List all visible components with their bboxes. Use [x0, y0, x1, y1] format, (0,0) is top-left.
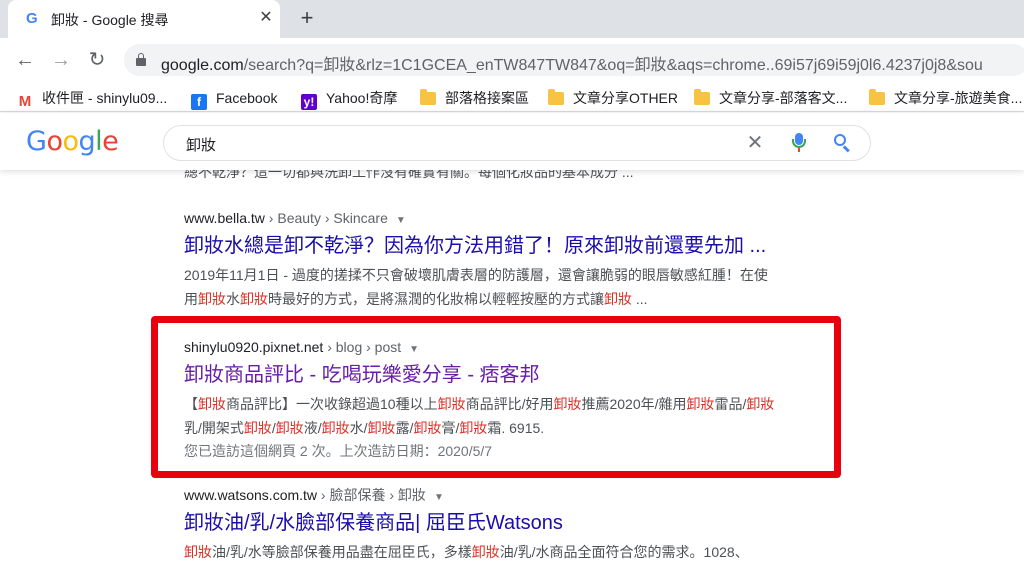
reload-icon[interactable]: ↻ [84, 47, 110, 73]
bookmark-folder-blog-jobs[interactable]: 部落格接案區 [420, 88, 529, 108]
snippet-line: 2019年11月1日 - 過度的搓揉不只會破壞肌膚表層的防護層，還會讓脆弱的眼唇… [184, 267, 768, 283]
tab-strip: G 卸妝 - Google 搜尋 ✕ + [0, 0, 1024, 38]
snippet-highlight: 卸妝 [184, 544, 212, 560]
bookmark-label: Facebook [216, 90, 278, 106]
result-cite[interactable]: www.watsons.com.tw › 臉部保養 › 卸妝 ▼ [184, 485, 824, 505]
address-bar[interactable]: google.com/search?q=卸妝&rlz=1C1GCEA_enTW8… [124, 44, 1024, 76]
search-input[interactable]: 卸妝 [186, 134, 216, 155]
result-title-link[interactable]: 卸妝水總是卸不乾淨？因為你方法用錯了！原來卸妝前還要先加 ... [184, 232, 824, 260]
folder-icon [548, 89, 564, 105]
result-cite[interactable]: www.bella.tw › Beauty › Skincare ▼ [184, 208, 824, 228]
bookmark-folder-share-travel[interactable]: 文章分享-旅遊美食... [869, 88, 1022, 108]
snippet-line: 卸妝油/乳/水等臉部保養用品盡在屈臣氏，多樣卸妝油/乳/水商品全面符合您的需求。… [184, 540, 824, 564]
bookmark-label: Yahoo!奇摩 [326, 90, 398, 106]
url-host: google.com [161, 57, 244, 74]
result-snippet: 卸妝油/乳/水等臉部保養用品盡在屈臣氏，多樣卸妝油/乳/水商品全面符合您的需求。… [184, 540, 824, 564]
search-results: 總不乾淨？這一切都與洗卸工作沒有確實有關。每個化妝品的基本成分 ... www.… [0, 170, 1024, 567]
facebook-icon: f [191, 94, 207, 110]
snippet-highlight: 卸妝 [240, 291, 268, 307]
snippet-text: 時最好的方式，是將濕潤的化妝棉以輕輕按壓的方式讓 [268, 291, 604, 307]
close-tab-icon[interactable]: ✕ [256, 8, 276, 28]
logo-letter: G [26, 126, 47, 157]
result-breadcrumb: › 臉部保養 › 卸妝 [317, 487, 426, 503]
folder-icon [694, 89, 710, 105]
logo-letter: o [46, 126, 63, 157]
snippet-text: 油/乳/水商品全面符合您的需求。1028、 [499, 544, 749, 560]
search-box[interactable]: 卸妝 ✕ [163, 125, 871, 161]
result-bella: www.bella.tw › Beauty › Skincare ▼ 卸妝水總是卸… [184, 208, 824, 311]
back-arrow-icon[interactable]: ← [12, 47, 38, 73]
caret-down-icon[interactable]: ▼ [396, 215, 406, 226]
result-snippet: 2019年11月1日 - 過度的搓揉不只會破壞肌膚表層的防護層，還會讓脆弱的眼唇… [184, 263, 824, 311]
snippet-text: 油/乳/水等臉部保養用品盡在屈臣氏，多樣 [212, 544, 472, 560]
clipped-snippet: 總不乾淨？這一切都與洗卸工作沒有確實有關。每個化妝品的基本成分 ... [184, 170, 634, 180]
forward-arrow-icon[interactable]: → [48, 47, 74, 73]
bookmark-label: 文章分享-旅遊美食... [894, 90, 1023, 106]
folder-icon [420, 89, 436, 105]
bookmark-label: 部落格接案區 [445, 90, 529, 106]
result-breadcrumb: › Beauty › Skincare [264, 210, 388, 226]
result-title-link[interactable]: 卸妝油/乳/水臉部保養商品| 屈臣氏Watsons [184, 509, 824, 537]
logo-letter: o [62, 126, 79, 157]
bookmark-facebook[interactable]: f Facebook [191, 88, 278, 110]
microphone-icon[interactable] [792, 133, 806, 153]
bookmark-label: 文章分享-部落客文... [719, 90, 848, 106]
result-watsons: www.watsons.com.tw › 臉部保養 › 卸妝 ▼ 卸妝油/乳/水臉… [184, 485, 824, 564]
bookmark-gmail[interactable]: M 收件匣 - shinylu09... [17, 88, 168, 110]
new-tab-button[interactable]: + [295, 6, 319, 30]
tab-title: 卸妝 - Google 搜尋 [51, 12, 169, 28]
bookmark-label: 文章分享OTHER [573, 90, 678, 106]
bookmark-yahoo[interactable]: y! Yahoo!奇摩 [301, 88, 398, 110]
gmail-icon: M [18, 93, 32, 110]
yahoo-icon: y! [301, 94, 317, 110]
google-favicon-icon: G [26, 10, 38, 27]
bookmark-folder-share-other[interactable]: 文章分享OTHER [548, 88, 678, 108]
snippet-text: 用 [184, 291, 198, 307]
snippet-highlight: 卸妝 [471, 544, 500, 560]
snippet-text: 水 [226, 291, 240, 307]
google-logo[interactable]: Google [26, 126, 119, 157]
caret-down-icon[interactable]: ▼ [434, 492, 444, 503]
snippet-line: 用卸妝水卸妝時最好的方式，是將濕潤的化妝棉以輕輕按壓的方式讓卸妝 ... [184, 287, 824, 311]
result-site: www.watsons.com.tw [184, 487, 318, 503]
search-icon[interactable] [834, 134, 852, 153]
logo-letter: g [78, 126, 96, 157]
snippet-text: ... [632, 291, 648, 307]
clear-icon[interactable]: ✕ [744, 132, 766, 154]
bookmarks-bar: M 收件匣 - shinylu09... f Facebook y! Yahoo!奇摩… [0, 82, 1024, 112]
red-highlight-box [151, 316, 841, 478]
logo-letter: e [102, 126, 119, 157]
url-path: /search?q=卸妝&rlz=1C1GCEA_enTW847TW847&oq… [243, 57, 983, 74]
lock-icon[interactable] [136, 53, 146, 66]
snippet-highlight: 卸妝 [198, 291, 226, 307]
folder-icon [869, 89, 885, 105]
bookmark-folder-share-blogger[interactable]: 文章分享-部落客文... [694, 88, 847, 108]
url-text[interactable]: google.com/search?q=卸妝&rlz=1C1GCEA_enTW8… [161, 51, 983, 75]
logo-letter: l [95, 126, 103, 157]
result-site: www.bella.tw [184, 210, 265, 226]
snippet-highlight: 卸妝 [604, 291, 632, 307]
bookmark-label: 收件匣 - shinylu09... [42, 90, 168, 106]
browser-tab[interactable]: G 卸妝 - Google 搜尋 ✕ [8, 0, 280, 38]
browser-toolbar: ← → ↻ google.com/search?q=卸妝&rlz=1C1GCEA… [0, 38, 1024, 82]
google-header: Google 卸妝 ✕ [0, 113, 1024, 170]
